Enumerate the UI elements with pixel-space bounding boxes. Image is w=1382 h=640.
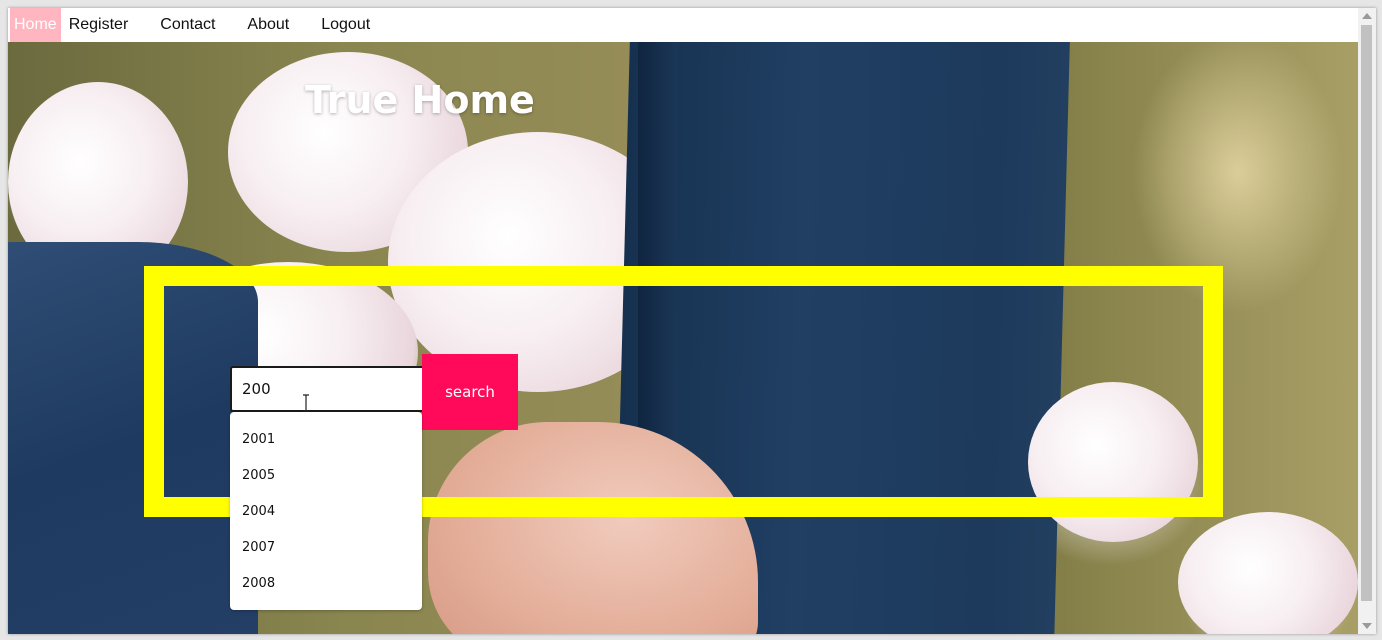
page-title: True Home — [305, 78, 535, 122]
nav-logout[interactable]: Logout — [305, 8, 386, 42]
nav-register[interactable]: Register — [61, 8, 145, 42]
vertical-scrollbar[interactable] — [1358, 8, 1376, 634]
suggestion-item[interactable]: 2008 — [230, 566, 422, 602]
text-cursor-icon — [303, 394, 309, 412]
browser-window: Home Register Contact About Logout True … — [8, 8, 1376, 634]
autocomplete-dropdown: 2001 2005 2004 2007 2008 — [230, 412, 422, 610]
magnolia-flower — [1178, 512, 1358, 634]
suggestion-item[interactable]: 2001 — [230, 422, 422, 458]
nav-home[interactable]: Home — [10, 8, 61, 42]
scroll-thumb[interactable] — [1361, 25, 1372, 601]
suggestion-item[interactable]: 2007 — [230, 530, 422, 566]
hero-background: True Home search 2001 2005 2004 2007 200… — [8, 42, 1358, 634]
suggestion-item[interactable]: 2005 — [230, 458, 422, 494]
suggestion-item[interactable]: 2004 — [230, 494, 422, 530]
top-navbar: Home Register Contact About Logout — [8, 8, 1358, 42]
nav-contact[interactable]: Contact — [144, 8, 231, 42]
scroll-down-icon[interactable] — [1362, 623, 1372, 629]
nav-about[interactable]: About — [231, 8, 305, 42]
search-button[interactable]: search — [422, 354, 518, 430]
search-input[interactable] — [230, 366, 426, 412]
scroll-up-icon[interactable] — [1362, 13, 1372, 19]
